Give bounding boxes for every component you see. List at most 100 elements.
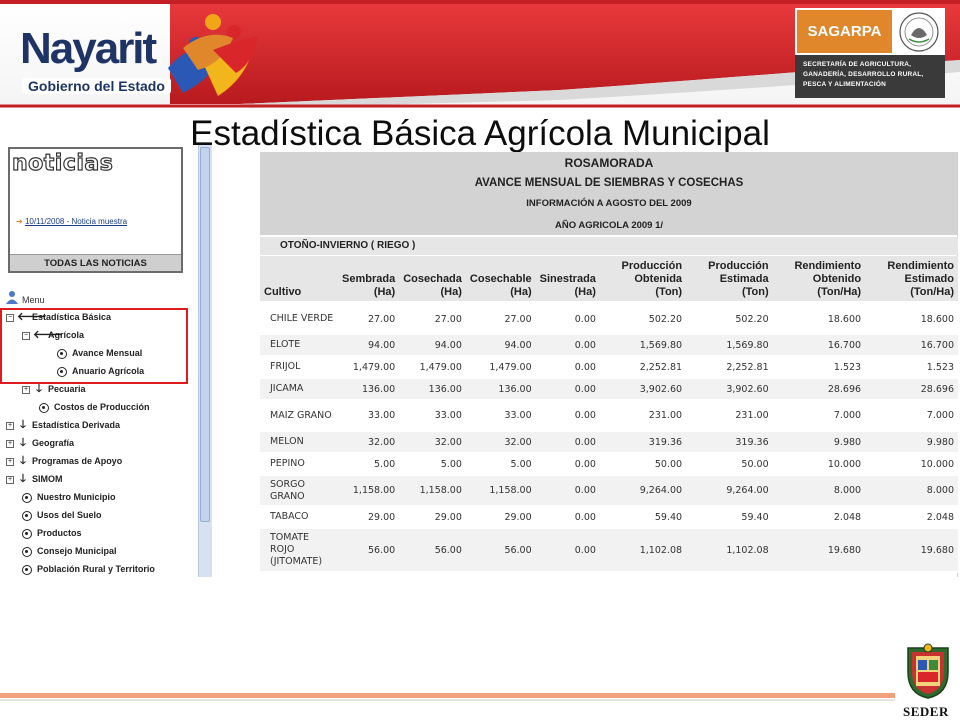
value-cell: 5.00 [399,453,466,476]
value-cell: 33.00 [338,400,400,432]
value-cell: 28.696 [772,378,866,401]
table-row: ELOTE 94.00 94.00 94.00 0.00 1,569.80 1,569.80… [260,334,958,357]
value-cell: 5.00 [465,453,536,476]
value-cell: 3,902.60 [599,378,687,401]
radio-icon [22,528,32,539]
news-item[interactable]: ➔ 10/11/2008 - Noticia muestra [16,217,127,226]
table-row: JICAMA 136.00 136.00 136.00 0.00 3,902.60 3,90… [260,378,958,401]
value-cell: 0.00 [535,506,600,529]
value-cell: 56.00 [338,528,400,573]
value-cell: 9,264.00 [686,475,773,507]
value-cell: 29.00 [338,506,400,529]
menu-item-costos-produccion[interactable]: Costos de Producción [39,400,150,414]
value-cell: 8.000 [772,475,866,507]
menu-item-geografia[interactable]: + 🡓 Geografía [6,436,74,450]
value-cell: 502.20 [686,303,773,335]
menu-item-usos-suelo[interactable]: Usos del Suelo [22,508,102,522]
value-cell: 9.980 [865,431,958,454]
value-cell: 1,479.00 [338,356,400,379]
menu-item-simom[interactable]: + 🡓 SIMOM [6,472,63,486]
sidebar: noticias ➔ 10/11/2008 - Noticia muestra … [0,145,212,577]
radio-icon [22,564,32,575]
value-cell: 59.40 [686,506,773,529]
crop-name-cell: JICAMA [260,378,338,401]
value-cell: 1,479.00 [465,356,536,379]
footer-rule [0,693,895,698]
report-heading: AVANCE MENSUAL DE SIEMBRAS Y COSECHAS [474,177,744,189]
menu-item-estadistica-derivada[interactable]: + 🡓 Estadística Derivada [6,418,120,432]
menu-item-nuestro-municipio[interactable]: Nuestro Municipio [22,490,116,504]
value-cell: 32.00 [338,431,400,454]
menu-item-consejo-municipal[interactable]: Consejo Municipal [22,544,117,558]
news-link[interactable]: 10/11/2008 - Noticia muestra [25,217,127,226]
arrow-down-icon: 🡓 [20,455,26,467]
value-cell: 16.700 [772,334,866,357]
menu-item-productos[interactable]: Productos [22,526,82,540]
value-cell: 231.00 [599,400,687,432]
value-cell: 27.00 [338,303,400,335]
value-cell: 29.00 [465,506,536,529]
crop-name-cell: ELOTE [260,334,338,357]
radio-icon [22,546,32,557]
menu-item-poblacion-rural[interactable]: Población Rural y Territorio [22,562,155,576]
scrollbar-thumb[interactable] [200,147,210,522]
value-cell: 502.20 [599,303,687,335]
value-cell: 9.980 [772,431,866,454]
sagarpa-logo: SAGARPA SECRETARÍA DE AGRICULTURA, GANAD… [795,8,945,98]
menu-label: Menu [22,295,45,305]
value-cell: 1,158.00 [338,475,400,507]
news-panel: noticias ➔ 10/11/2008 - Noticia muestra … [8,147,183,273]
value-cell: 10.000 [865,453,958,476]
crop-name-cell: PEPINO [260,453,338,476]
sagarpa-line: GANADERÍA, DESARROLLO RURAL, [803,71,924,78]
value-cell: 136.00 [465,378,536,401]
report-panel: ROSAMORADA AVANCE MENSUAL DE SIEMBRAS Y … [260,152,958,577]
column-header: Rendimiento Estimado (Ton/Ha) [865,256,958,305]
value-cell: 0.00 [535,528,600,573]
table-row: TABACO 29.00 29.00 29.00 0.00 59.40 59.40 2.048… [260,506,958,529]
value-cell: 0.00 [535,431,600,454]
value-cell: 7.000 [865,400,958,432]
value-cell: 18.600 [865,303,958,335]
value-cell: 1.523 [865,356,958,379]
menu-item-pecuaria[interactable]: + 🡓 Pecuaria [22,382,86,396]
column-header: Rendimiento Obtenido (Ton/Ha) [772,256,866,305]
table-row: PEPINO 5.00 5.00 5.00 0.00 50.00 50.00 10.000 10… [260,453,958,476]
expand-icon[interactable]: + [6,475,14,484]
nayarit-logo: Nayarit Gobierno del Estado [8,8,268,103]
value-cell: 5.00 [338,453,400,476]
value-cell: 2.048 [865,506,958,529]
value-cell: 33.00 [465,400,536,432]
value-cell: 319.36 [686,431,773,454]
crop-name-cell: CHILE VERDE [260,303,338,335]
expand-icon[interactable]: + [6,457,14,466]
expand-icon[interactable]: + [6,439,14,448]
expand-icon[interactable]: + [6,421,14,430]
crop-name-cell: FRIJOL [260,356,338,379]
value-cell: 0.00 [535,453,600,476]
table-row: MAIZ GRANO 33.00 33.00 33.00 0.00 231.00 231.0… [260,400,958,432]
nayarit-wordmark: Nayarit [20,24,157,73]
selection-highlight-box [0,308,188,384]
value-cell: 136.00 [399,378,466,401]
value-cell: 59.40 [599,506,687,529]
all-news-link[interactable]: TODAS LAS NOTICIAS [10,254,181,271]
value-cell: 50.00 [599,453,687,476]
sagarpa-name: SAGARPA [797,10,892,53]
value-cell: 27.00 [399,303,466,335]
value-cell: 231.00 [686,400,773,432]
crop-name-cell: TOMATE ROJO (JITOMATE) [260,528,338,573]
value-cell: 10.000 [772,453,866,476]
menu-item-programas-apoyo[interactable]: + 🡓 Programas de Apoyo [6,454,122,468]
expand-icon[interactable]: + [22,385,30,394]
arrow-down-icon: 🡓 [20,419,26,431]
value-cell: 1,569.80 [599,334,687,357]
sagarpa-line: PESCA Y ALIMENTACIÓN [803,81,886,88]
value-cell: 94.00 [399,334,466,357]
user-icon [6,291,18,304]
value-cell: 136.00 [338,378,400,401]
value-cell: 2.048 [772,506,866,529]
footer-rule-shadow [0,699,895,701]
radio-icon [22,510,32,521]
table-row: TOMATE ROJO (JITOMATE) 56.00 56.00 56.00 0.0… [260,528,958,573]
